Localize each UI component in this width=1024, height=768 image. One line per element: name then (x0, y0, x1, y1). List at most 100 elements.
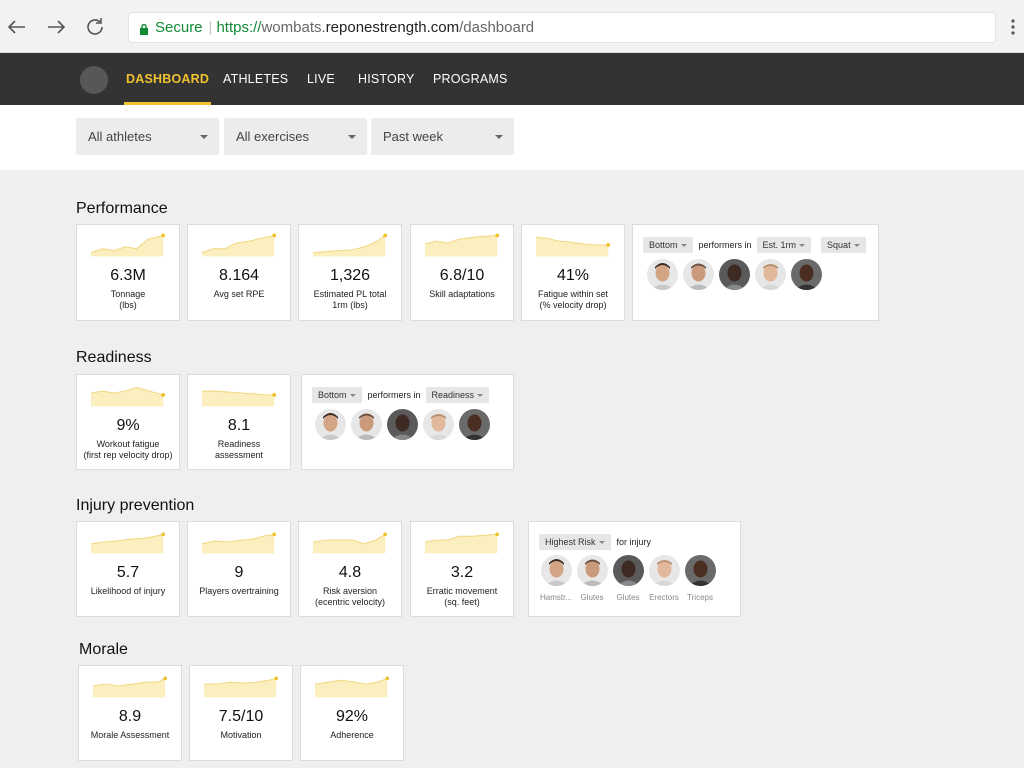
exercise-dropdown[interactable]: Squat (821, 237, 866, 253)
period-filter-value: Past week (383, 129, 443, 144)
metric-label: Adherence (330, 730, 374, 740)
rank-dropdown[interactable]: Bottom (643, 237, 693, 253)
metric-value: 7.5/10 (218, 708, 264, 725)
avatar[interactable] (541, 555, 572, 586)
metric-label: Likelihood of injury (90, 586, 166, 596)
period-filter-dropdown[interactable]: Past week (371, 118, 514, 155)
filter-bar: All athletes All exercises Past week (0, 105, 1024, 170)
metric-card-avg-set-rpe[interactable]: 8.164 Avg set RPE (187, 224, 291, 321)
avatar[interactable] (647, 259, 678, 290)
section-title-readiness: Readiness (76, 349, 152, 366)
avatar[interactable] (459, 409, 490, 440)
tab-live[interactable]: LIVE (307, 53, 335, 105)
url-path: /dashboard (459, 19, 535, 36)
metric-card-skill-adaptations[interactable]: 6.8/10 Skill adaptations (410, 224, 514, 321)
metric-card-players-overtraining[interactable]: 9 Players overtraining (187, 521, 291, 617)
metric-label: Avg set RPE (213, 289, 265, 299)
sparkline-area (93, 678, 166, 698)
metric-card-tonnage[interactable]: 6.3M Tonnage (lbs) (76, 224, 180, 321)
metric-value: 6.3M (110, 267, 146, 284)
metric-card-workout-fatigue[interactable]: 9% Workout fatigue (first rep velocity d… (76, 374, 180, 470)
forward-arrow-icon[interactable] (43, 14, 69, 40)
metric-card-morale-assessment[interactable]: 8.9 Morale Assessment (78, 665, 182, 761)
metric-card-readiness-assessment[interactable]: 8.1 Readiness assessment (187, 374, 291, 470)
risk-dropdown[interactable]: Highest Risk (539, 534, 611, 550)
caret-down-icon (853, 243, 860, 247)
metric-value: 41% (556, 267, 590, 284)
avatar[interactable] (351, 409, 382, 440)
avatar[interactable] (577, 555, 608, 586)
metric-dropdown[interactable]: Readiness (425, 387, 490, 403)
performers-text: performers in (367, 390, 421, 400)
section-title-performance: Performance (76, 200, 168, 217)
metric-card-erratic-movement[interactable]: 3.2 Erratic movement (sq. feet) (410, 521, 514, 617)
metric-label: Readiness assessment (214, 439, 264, 460)
metric-dropdown[interactable]: Est. 1rm (756, 237, 812, 253)
metric-label: Fatigue within set (% velocity drop) (537, 289, 609, 310)
athletes-filter-value: All athletes (88, 129, 152, 144)
metric-card-motivation[interactable]: 7.5/10 Motivation (189, 665, 293, 761)
caret-down-icon (598, 540, 605, 544)
avatar[interactable] (791, 259, 822, 290)
avatar[interactable] (685, 555, 716, 586)
exercises-filter-dropdown[interactable]: All exercises (224, 118, 367, 155)
caret-down-icon (200, 135, 208, 139)
reload-icon[interactable] (82, 14, 108, 40)
metric-value: 8.1 (227, 417, 251, 434)
tab-athletes[interactable]: ATHLETES (223, 53, 288, 105)
sparkline (536, 236, 611, 257)
risk-area-label: Glutes (580, 593, 604, 602)
metric-card-estimated-pl-total[interactable]: 1,326 Estimated PL total 1rm (lbs) (298, 224, 402, 321)
caret-down-icon (799, 243, 806, 247)
metric-dropdown-value: Est. 1rm (762, 240, 797, 250)
avatar[interactable] (315, 409, 346, 440)
secure-label: Secure (155, 19, 203, 36)
app-logo[interactable] (80, 66, 108, 94)
caret-down-icon (349, 393, 356, 397)
performers-filter-row: Bottom performers in Readiness (312, 387, 490, 403)
metric-card-fatigue-within-set[interactable]: 41% Fatigue within set (% velocity drop) (521, 224, 625, 321)
metric-label: Tonnage (lbs) (110, 289, 146, 310)
metric-label: Workout fatigue (first rep velocity drop… (83, 439, 173, 460)
metric-dropdown-value: Readiness (431, 390, 475, 400)
metric-value: 3.2 (450, 564, 474, 581)
sparkline-dot (383, 532, 388, 537)
metric-label: Morale Assessment (90, 730, 170, 740)
metric-card-risk-aversion[interactable]: 4.8 Risk aversion (ecentric velocity) (298, 521, 402, 617)
section-title-injury-prevention: Injury prevention (76, 497, 195, 514)
url-separator: | (208, 19, 213, 36)
avatar[interactable] (613, 555, 644, 586)
sparkline-dot (274, 676, 279, 681)
caret-down-icon (680, 243, 687, 247)
sparkline (315, 676, 390, 698)
exercises-filter-value: All exercises (236, 129, 309, 144)
avatar[interactable] (755, 259, 786, 290)
risk-area-label: Triceps (687, 593, 713, 602)
sparkline (202, 390, 277, 407)
back-arrow-icon[interactable] (4, 14, 30, 40)
sparkline-dot (163, 676, 168, 681)
tab-programs[interactable]: PROGRAMS (433, 53, 508, 105)
avatar[interactable] (649, 555, 680, 586)
tab-history[interactable]: HISTORY (358, 53, 415, 105)
metric-value: 8.164 (218, 267, 260, 284)
caret-down-icon (348, 135, 356, 139)
metric-card-likelihood-of-injury[interactable]: 5.7 Likelihood of injury (76, 521, 180, 617)
lock-icon (139, 22, 149, 35)
sparkline-dot (272, 233, 277, 238)
avatar[interactable] (683, 259, 714, 290)
avatar[interactable] (719, 259, 750, 290)
url-scheme: https:// (216, 19, 262, 36)
metric-card-adherence[interactable]: 92% Adherence (300, 665, 404, 761)
avatar[interactable] (423, 409, 454, 440)
rank-dropdown[interactable]: Bottom (312, 387, 362, 403)
sparkline-dot (495, 532, 500, 537)
sparkline-area (536, 237, 609, 257)
athletes-filter-dropdown[interactable]: All athletes (76, 118, 219, 155)
address-bar[interactable]: Secure | https://wombats. reponestrength.… (129, 13, 995, 42)
metric-value: 6.8/10 (439, 267, 485, 284)
browser-menu-icon[interactable] (1010, 18, 1016, 36)
performers-text: performers in (698, 240, 752, 250)
avatar[interactable] (387, 409, 418, 440)
tab-dashboard[interactable]: DASHBOARD (123, 53, 212, 105)
